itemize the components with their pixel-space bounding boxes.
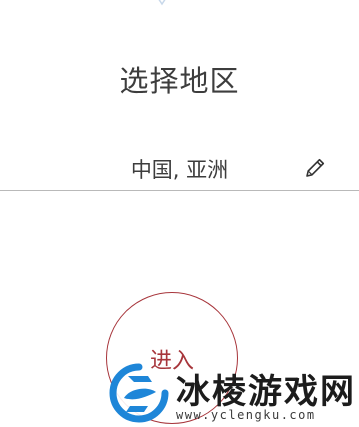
- yclengku-logo: [109, 363, 169, 423]
- watermark-url: www.yclengku.com: [176, 408, 316, 422]
- region-row[interactable]: 中国, 亚洲: [0, 148, 359, 188]
- region-select-screen: 选择地区 中国, 亚洲 进入 冰棱游戏网 www.yclengku.com: [0, 0, 359, 427]
- watermark-title: 冰棱游戏网: [176, 372, 356, 412]
- watermark: 冰棱游戏网 www.yclengku.com: [0, 358, 359, 427]
- page-title: 选择地区: [119, 64, 240, 98]
- divider: [0, 190, 359, 191]
- pencil-icon[interactable]: [303, 156, 327, 180]
- top-indicator-icon: [158, 0, 166, 6]
